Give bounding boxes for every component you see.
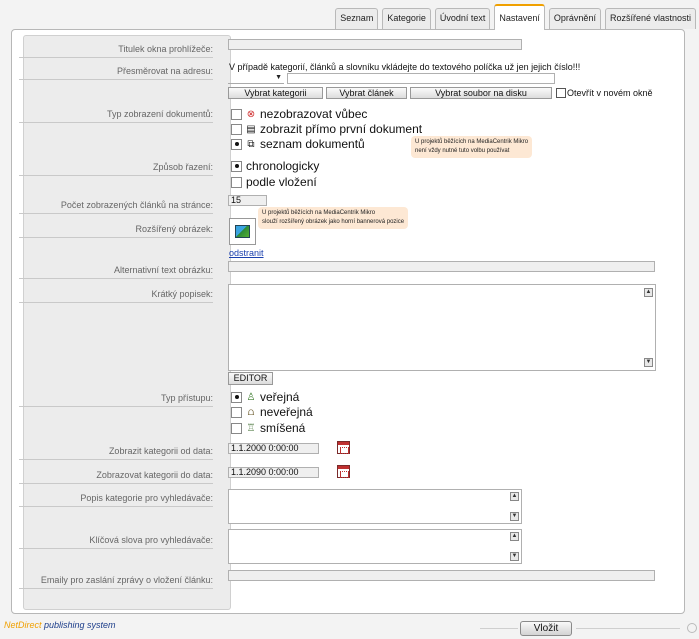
label-alt-text: Alternativní text obrázku: (19, 265, 213, 279)
alt-text-input[interactable] (228, 261, 655, 272)
new-window-checkbox[interactable] (556, 88, 566, 98)
scroll-up-icon[interactable]: ▲ (510, 532, 519, 541)
option-label: chronologicky (246, 159, 320, 173)
redirect-type-select[interactable]: ▼ (228, 73, 284, 84)
option-label: smíšená (260, 421, 306, 435)
divider (480, 628, 518, 629)
tab-bar: Seznam Kategorie Úvodní text Nastavení O… (331, 4, 696, 30)
option-label: podle vložení (246, 175, 317, 189)
image-hint: U projektů běžících na MediaCentrik Mikr… (258, 207, 409, 229)
label-ext-image: Rozšířený obrázek: (19, 224, 213, 238)
tab-seznam[interactable]: Seznam (335, 8, 379, 29)
label-emails: Emaily pro zaslání zprávy o vložení člán… (19, 575, 213, 589)
label-sorting: Způsob řazení: (19, 162, 213, 176)
option-label: zobrazit přímo první dokument (260, 122, 423, 136)
mixed-users-icon: ♖ (246, 422, 256, 434)
doc-display-option-list[interactable]: ⧉ seznam dokumentů (231, 137, 365, 151)
tab-nastaveni[interactable]: Nastavení (494, 4, 545, 30)
access-option-private[interactable]: ⩍ neveřejná (231, 405, 313, 419)
brand-name: NetDirect (4, 620, 42, 630)
radio-button[interactable] (231, 160, 242, 172)
lock-icon: ⩍ (247, 406, 255, 418)
image-preview[interactable] (229, 218, 256, 245)
submit-button[interactable]: Vložit (520, 621, 572, 636)
redirect-note: V případě kategorií, článků a slovníku v… (229, 62, 581, 72)
label-per-page: Počet zobrazených článků na stránce: (19, 200, 213, 214)
option-label: neveřejná (260, 405, 313, 419)
footer-bar: NetDirect publishing system Vložit (0, 614, 699, 639)
label-access: Typ přístupu: (19, 393, 213, 407)
date-from-input[interactable]: 1.1.2000 0:00:00 (228, 443, 319, 454)
label-doc-display: Typ zobrazení dokumentů: (19, 109, 213, 123)
short-desc-textarea[interactable]: ▲ ▼ (228, 284, 656, 371)
forbidden-icon: ⊗ (246, 108, 256, 120)
select-article-button[interactable]: Vybrat článek (326, 87, 407, 99)
brand-logo: NetDirect publishing system (4, 620, 116, 630)
new-window-option[interactable]: Otevřít v novém okně (556, 88, 653, 98)
label-short-desc: Krátký popisek: (19, 289, 213, 303)
document-icon: ▤ (246, 123, 256, 135)
divider (576, 628, 680, 629)
label-date-from: Zobrazit kategorii od data: (19, 446, 213, 460)
seo-desc-textarea[interactable]: ▲ ▼ (228, 489, 522, 524)
hint-line: slouží rozšířený obrázek jako horní bann… (262, 219, 405, 225)
radio-button[interactable] (231, 391, 242, 403)
select-file-button[interactable]: Vybrat soubor na disku (410, 87, 552, 99)
seo-keywords-textarea[interactable]: ▲ ▼ (228, 529, 522, 564)
label-window-title: Titulek okna prohlížeče: (19, 44, 213, 58)
select-category-button[interactable]: Vybrat kategorii (228, 87, 323, 99)
hint-line: U projektů běžících na MediaCentrik Mikr… (262, 210, 376, 216)
calendar-icon[interactable] (337, 441, 350, 454)
radio-button[interactable] (231, 138, 242, 150)
doc-display-option-first[interactable]: ▤ zobrazit přímo první dokument (231, 122, 422, 136)
per-page-input[interactable]: 15 (228, 195, 267, 206)
option-label: nezobrazovat vůbec (260, 107, 368, 121)
doc-display-hint: U projektů běžících na MediaCentrik Mikr… (411, 136, 533, 158)
access-option-public[interactable]: ♙ veřejná (231, 390, 299, 404)
calendar-icon[interactable] (337, 465, 350, 478)
sorting-option-chronological[interactable]: chronologicky (231, 159, 319, 173)
editor-button[interactable]: EDITOR (228, 372, 273, 385)
access-option-mixed[interactable]: ♖ smíšená (231, 421, 305, 435)
hint-line: není vždy nutné tuto volbu používat (415, 148, 510, 154)
radio-button[interactable] (231, 108, 242, 120)
brand-tagline: publishing system (41, 620, 116, 630)
document-list-icon: ⧉ (247, 138, 255, 150)
radio-button[interactable] (231, 422, 242, 434)
resize-grip-icon (687, 623, 697, 633)
image-thumbnail-icon (235, 225, 250, 238)
radio-button[interactable] (231, 406, 242, 418)
new-window-label: Otevřít v novém okně (567, 88, 653, 98)
tab-rozsirene-vlastnosti[interactable]: Rozšířené vlastnosti (604, 8, 696, 29)
radio-button[interactable] (231, 123, 242, 135)
label-redirect: Přesměrovat na adresu: (19, 66, 213, 80)
dropdown-arrow-icon: ▼ (275, 74, 282, 81)
radio-button[interactable] (231, 176, 242, 188)
scroll-up-icon[interactable]: ▲ (644, 288, 653, 297)
doc-display-option-none[interactable]: ⊗ nezobrazovat vůbec (231, 107, 367, 121)
label-seo-desc: Popis kategorie pro vyhledávače: (19, 493, 213, 507)
emails-input[interactable] (228, 570, 655, 581)
remove-image-link[interactable]: odstranit (229, 248, 264, 258)
tab-opravneni[interactable]: Oprávnění (548, 8, 601, 29)
scroll-down-icon[interactable]: ▼ (510, 552, 519, 561)
scroll-up-icon[interactable]: ▲ (510, 492, 519, 501)
scroll-down-icon[interactable]: ▼ (510, 512, 519, 521)
option-label: seznam dokumentů (260, 137, 365, 151)
tab-uvodni-text[interactable]: Úvodní text (434, 8, 491, 29)
hint-line: U projektů běžících na MediaCentrik Mikr… (415, 139, 529, 145)
scroll-down-icon[interactable]: ▼ (644, 358, 653, 367)
date-to-input[interactable]: 1.1.2090 0:00:00 (228, 467, 319, 478)
label-seo-keywords: Klíčová slova pro vyhledávače: (19, 535, 213, 549)
tab-kategorie[interactable]: Kategorie (382, 8, 431, 29)
option-label: veřejná (260, 390, 300, 404)
label-date-to: Zobrazovat kategorii do data: (19, 470, 213, 484)
redirect-url-input[interactable] (287, 73, 555, 84)
sorting-option-insertion[interactable]: podle vložení (231, 175, 317, 189)
public-user-icon: ♙ (246, 391, 256, 403)
window-title-input[interactable] (228, 39, 522, 50)
